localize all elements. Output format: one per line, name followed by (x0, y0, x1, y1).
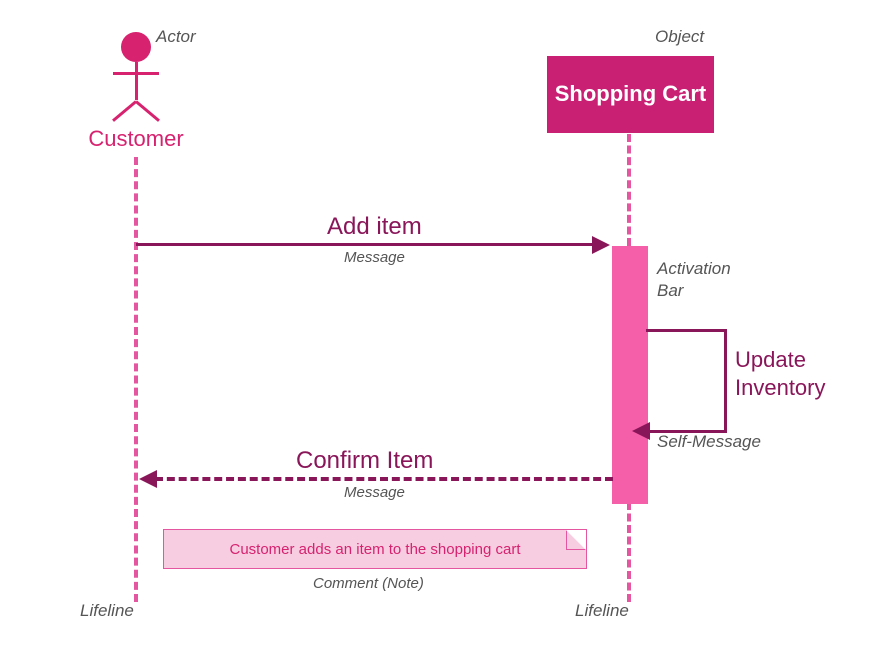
actor-legs-icon (113, 102, 159, 128)
message-label-update-l1: Update (735, 347, 806, 372)
message-arrow-add-item (136, 243, 596, 246)
actor-label: Customer (88, 126, 183, 152)
annotation-activation-bar-l2: Bar (657, 281, 683, 300)
actor-arms-icon (113, 72, 159, 75)
annotation-activation-bar: Activation Bar (657, 258, 731, 302)
activation-bar (612, 246, 648, 504)
annotation-object: Object (655, 27, 704, 47)
annotation-lifeline-left: Lifeline (80, 601, 134, 621)
annotation-message-add: Message (344, 249, 405, 266)
arrowhead-left-icon (632, 422, 650, 440)
actor-customer: Customer (86, 32, 186, 100)
comment-note: Customer adds an item to the shopping ca… (163, 529, 587, 569)
message-arrow-confirm-item (155, 477, 613, 481)
object-shopping-cart: Shopping Cart (547, 56, 714, 133)
arrowhead-left-icon (139, 470, 157, 488)
actor-head-icon (121, 32, 151, 62)
self-message-loop (646, 329, 727, 433)
arrowhead-right-icon (592, 236, 610, 254)
comment-note-text: Customer adds an item to the shopping ca… (230, 541, 521, 558)
annotation-lifeline-right: Lifeline (575, 601, 629, 621)
sequence-diagram: Actor Object Customer Shopping Cart Acti… (0, 0, 895, 654)
lifeline-cart-upper (627, 134, 631, 246)
lifeline-cart-lower (627, 502, 631, 602)
lifeline-customer (134, 157, 138, 602)
annotation-message-confirm: Message (344, 484, 405, 501)
annotation-activation-bar-l1: Activation (657, 259, 731, 278)
object-label: Shopping Cart (555, 81, 707, 107)
actor-body-icon (135, 62, 138, 100)
annotation-comment: Comment (Note) (313, 575, 424, 592)
message-label-update-inventory: Update Inventory (735, 346, 826, 401)
message-label-update-l2: Inventory (735, 375, 826, 400)
message-label-confirm-item: Confirm Item (296, 447, 433, 475)
annotation-self-message: Self-Message (657, 432, 761, 452)
message-label-add-item: Add item (327, 213, 422, 241)
